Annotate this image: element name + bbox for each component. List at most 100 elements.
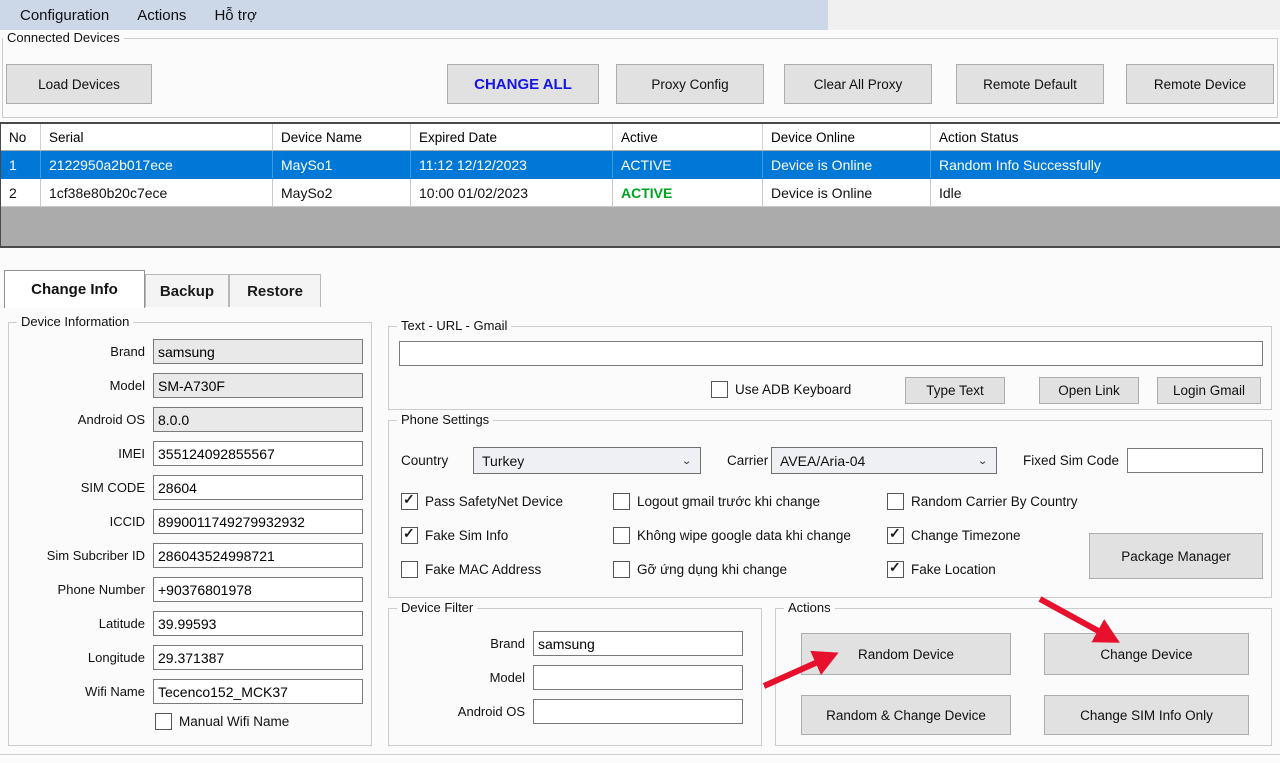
go-ung-dung-checkbox[interactable]: Gỡ ứng dụng khi change: [613, 561, 787, 578]
fake-mac-address-label: Fake MAC Address: [425, 562, 542, 577]
filter-android-os-field[interactable]: [533, 699, 743, 724]
manual-wifi-name-checkbox[interactable]: Manual Wifi Name: [155, 713, 365, 730]
text-url-input[interactable]: [399, 341, 1263, 366]
menu-ho-tro[interactable]: Hỗ trợ: [200, 3, 270, 28]
checkbox-icon: [613, 493, 630, 510]
load-devices-button[interactable]: Load Devices: [6, 64, 152, 104]
tab-restore[interactable]: Restore: [229, 274, 321, 307]
package-manager-button[interactable]: Package Manager: [1089, 533, 1263, 579]
col-header-serial[interactable]: Serial: [41, 124, 273, 151]
checkbox-icon: [613, 527, 630, 544]
change-all-button[interactable]: CHANGE ALL: [447, 64, 599, 104]
longitude-field[interactable]: [153, 645, 363, 670]
device-information-title: Device Information: [17, 314, 134, 329]
proxy-config-button[interactable]: Proxy Config: [616, 64, 764, 104]
connected-devices-title: Connected Devices: [3, 30, 124, 45]
menu-actions[interactable]: Actions: [123, 3, 200, 28]
checkbox-icon: [613, 561, 630, 578]
pass-safetynet-checkbox[interactable]: Pass SafetyNet Device: [401, 492, 564, 510]
remote-default-button[interactable]: Remote Default: [956, 64, 1104, 104]
sim-code-field[interactable]: [153, 475, 363, 500]
model-field[interactable]: [153, 373, 363, 398]
col-header-expired-date[interactable]: Expired Date: [411, 124, 613, 151]
phone-settings-title: Phone Settings: [397, 412, 494, 427]
go-ung-dung-label: Gỡ ứng dụng khi change: [637, 562, 787, 577]
cell-device-name: MaySo1: [273, 151, 411, 179]
checkbox-icon: [711, 381, 728, 398]
filter-brand-label: Brand: [490, 636, 525, 651]
country-label: Country: [401, 453, 449, 468]
checkbox-icon: [401, 561, 418, 578]
col-header-active[interactable]: Active: [613, 124, 763, 151]
sim-code-label: SIM CODE: [80, 480, 145, 495]
col-header-device-online[interactable]: Device Online: [763, 124, 931, 151]
iccid-field[interactable]: [153, 509, 363, 534]
clear-all-proxy-button[interactable]: Clear All Proxy: [784, 64, 932, 104]
logout-gmail-checkbox[interactable]: Logout gmail trước khi change: [613, 493, 820, 510]
random-and-change-device-button[interactable]: Random & Change Device: [801, 695, 1011, 735]
change-device-button[interactable]: Change Device: [1044, 633, 1249, 675]
fake-location-checkbox[interactable]: Fake Location: [887, 560, 996, 578]
sim-subscriber-id-field[interactable]: [153, 543, 363, 568]
fixed-sim-code-field[interactable]: [1127, 448, 1263, 473]
logout-gmail-label: Logout gmail trước khi change: [637, 494, 820, 509]
carrier-select[interactable]: AVEA/Aria-04 ⌄: [771, 447, 997, 474]
use-adb-keyboard-checkbox[interactable]: Use ADB Keyboard: [711, 381, 851, 398]
device-grid: No Serial Device Name Expired Date Activ…: [0, 122, 1280, 248]
carrier-value: AVEA/Aria-04: [780, 452, 866, 469]
cell-no: 1: [1, 151, 41, 179]
device-information-group: Device Information Brand Model Android O…: [8, 314, 372, 746]
checkbox-icon: [401, 492, 418, 510]
open-link-button[interactable]: Open Link: [1039, 377, 1139, 404]
change-timezone-label: Change Timezone: [911, 528, 1021, 543]
latitude-label: Latitude: [98, 616, 145, 631]
actions-title: Actions: [784, 600, 835, 615]
col-header-no[interactable]: No: [1, 124, 41, 151]
tab-backup[interactable]: Backup: [145, 274, 229, 307]
pass-safetynet-label: Pass SafetyNet Device: [425, 494, 564, 509]
random-carrier-by-country-checkbox[interactable]: Random Carrier By Country: [887, 493, 1078, 510]
brand-label: Brand: [110, 344, 145, 359]
fake-sim-info-label: Fake Sim Info: [425, 528, 509, 543]
filter-android-os-label: Android OS: [457, 704, 525, 719]
checkbox-icon: [887, 560, 904, 578]
android-os-field[interactable]: [153, 407, 363, 432]
fake-sim-info-checkbox[interactable]: Fake Sim Info: [401, 526, 509, 544]
change-sim-info-only-button[interactable]: Change SIM Info Only: [1044, 695, 1249, 735]
col-header-action-status[interactable]: Action Status: [931, 124, 1280, 151]
cell-device-online: Device is Online: [763, 151, 931, 179]
android-os-label: Android OS: [77, 412, 145, 427]
imei-field[interactable]: [153, 441, 363, 466]
khong-wipe-google-data-checkbox[interactable]: Không wipe google data khi change: [613, 527, 851, 544]
login-gmail-button[interactable]: Login Gmail: [1157, 377, 1261, 404]
random-device-button[interactable]: Random Device: [801, 633, 1011, 675]
cell-action-status: Random Info Successfully: [931, 151, 1280, 179]
remote-device-button[interactable]: Remote Device: [1126, 64, 1274, 104]
type-text-button[interactable]: Type Text: [905, 377, 1005, 404]
device-filter-title: Device Filter: [397, 600, 478, 615]
checkbox-icon: [401, 526, 418, 544]
grid-row-2[interactable]: 2 1cf38e80b20c7ece MaySo2 10:00 01/02/20…: [1, 179, 1280, 207]
cell-expired-date: 10:00 01/02/2023: [411, 179, 613, 207]
filter-brand-field[interactable]: [533, 631, 743, 656]
country-select[interactable]: Turkey ⌄: [473, 447, 701, 474]
phone-number-field[interactable]: [153, 577, 363, 602]
carrier-label: Carrier: [727, 453, 769, 468]
country-value: Turkey: [482, 452, 525, 469]
menu-configuration[interactable]: Configuration: [6, 3, 123, 28]
phone-number-label: Phone Number: [57, 582, 145, 597]
wifi-name-field[interactable]: [153, 679, 363, 704]
grid-row-1[interactable]: 1 2122950a2b017ece MaySo1 11:12 12/12/20…: [1, 151, 1280, 179]
filter-model-field[interactable]: [533, 665, 743, 690]
fake-mac-address-checkbox[interactable]: Fake MAC Address: [401, 561, 541, 578]
tab-change-info[interactable]: Change Info: [4, 270, 145, 308]
brand-field[interactable]: [153, 339, 363, 364]
model-label: Model: [109, 378, 145, 393]
col-header-device-name[interactable]: Device Name: [273, 124, 411, 151]
grid-header-row: No Serial Device Name Expired Date Activ…: [1, 124, 1280, 151]
cell-device-name: MaySo2: [273, 179, 411, 207]
latitude-field[interactable]: [153, 611, 363, 636]
change-timezone-checkbox[interactable]: Change Timezone: [887, 526, 1021, 544]
manual-wifi-name-label: Manual Wifi Name: [179, 714, 290, 729]
cell-action-status: Idle: [931, 179, 1280, 207]
